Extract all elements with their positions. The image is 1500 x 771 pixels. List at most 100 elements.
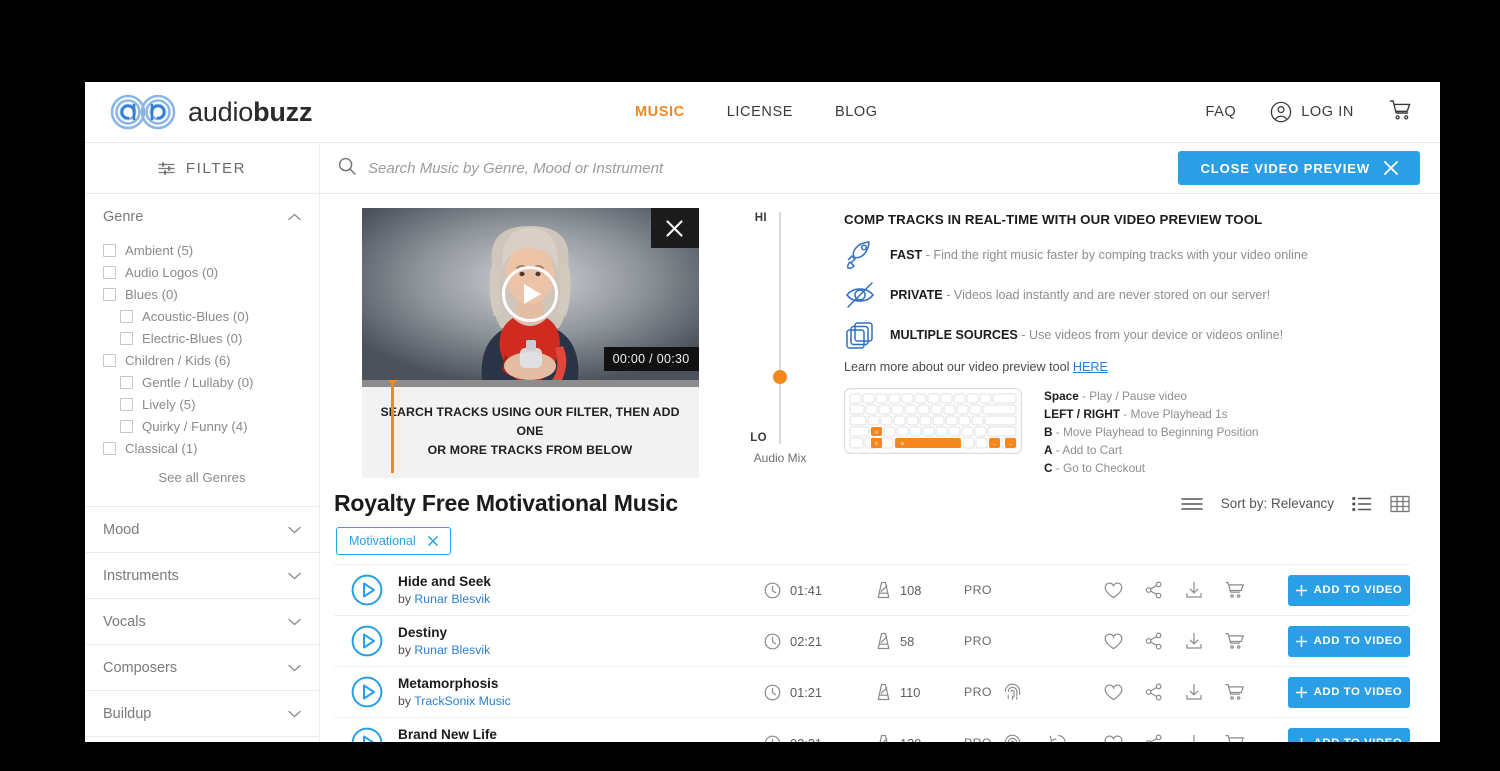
download-icon[interactable] bbox=[1185, 632, 1203, 650]
track-artist-link[interactable]: TrackSonix Music bbox=[414, 694, 511, 708]
search-input[interactable] bbox=[368, 159, 1179, 177]
add-to-video-button[interactable]: ADD TO VIDEO bbox=[1288, 625, 1410, 657]
facet-vocals-header[interactable]: Vocals bbox=[103, 599, 301, 644]
checkbox[interactable] bbox=[103, 441, 116, 455]
download-icon[interactable] bbox=[1185, 683, 1203, 701]
track-bpm-cell: 108 bbox=[876, 581, 964, 599]
checkbox[interactable] bbox=[103, 265, 116, 279]
favorite-icon[interactable] bbox=[1104, 684, 1123, 701]
genre-option[interactable]: Classical (1) bbox=[103, 437, 301, 459]
video-play-button[interactable] bbox=[502, 266, 558, 322]
download-icon[interactable] bbox=[1185, 734, 1203, 742]
close-icon[interactable] bbox=[427, 536, 438, 547]
share-icon[interactable] bbox=[1145, 581, 1163, 599]
filter-sliders-icon bbox=[158, 161, 175, 175]
genre-option[interactable]: Quirky / Funny (4) bbox=[103, 415, 301, 437]
grid-view-icon[interactable] bbox=[1390, 495, 1410, 513]
facet-mood-header[interactable]: Mood bbox=[103, 507, 301, 552]
checkbox[interactable] bbox=[103, 287, 116, 301]
checkbox[interactable] bbox=[120, 331, 133, 345]
track-badges bbox=[1004, 734, 1104, 742]
filter-header[interactable]: FILTER bbox=[85, 143, 319, 194]
video-frame[interactable]: 00:00 / 00:30 bbox=[361, 208, 699, 380]
genre-option[interactable]: Electric-Blues (0) bbox=[103, 327, 301, 349]
facet-composers: Composers bbox=[85, 645, 319, 691]
nav-item-blog[interactable]: BLOG bbox=[835, 104, 878, 120]
video-close-button[interactable] bbox=[650, 208, 699, 248]
feature-fast-bold: FAST bbox=[890, 248, 923, 262]
nav-item-faq[interactable]: FAQ bbox=[1205, 104, 1236, 120]
checkbox[interactable] bbox=[103, 243, 116, 257]
shortcut-desc: - Play / Pause video bbox=[1078, 389, 1187, 403]
track-name-cell: Brand New Life by Runar Blesvik bbox=[398, 726, 764, 742]
close-video-preview-button[interactable]: CLOSE VIDEO PREVIEW bbox=[1178, 151, 1420, 185]
play-button[interactable] bbox=[336, 625, 398, 657]
loop-icon[interactable] bbox=[1049, 734, 1068, 742]
share-icon[interactable] bbox=[1145, 734, 1163, 742]
facet-instruments-header[interactable]: Instruments bbox=[103, 553, 301, 598]
favorite-icon[interactable] bbox=[1104, 582, 1123, 599]
nav-item-music[interactable]: MUSIC bbox=[635, 104, 685, 120]
checkbox[interactable] bbox=[120, 309, 133, 323]
filter-chip-motivational[interactable]: Motivational bbox=[336, 527, 451, 556]
active-filter-chips: Motivational bbox=[334, 517, 1410, 564]
facet-composers-header[interactable]: Composers bbox=[103, 645, 301, 690]
feature-multiple-sources: MULTIPLE SOURCES - Use videos from your … bbox=[844, 320, 1410, 350]
track-title: Destiny bbox=[398, 625, 448, 640]
sort-menu-icon[interactable] bbox=[1180, 497, 1203, 511]
keyboard-shortcuts: A C B ←→ → bbox=[844, 388, 1410, 478]
sort-by-label[interactable]: Sort by: Relevancy bbox=[1221, 496, 1334, 511]
table-row[interactable]: Destiny by Runar Blesvik 02:21 58 PRO AD… bbox=[334, 615, 1410, 666]
add-to-cart-icon[interactable] bbox=[1225, 683, 1245, 701]
checkbox[interactable] bbox=[120, 375, 133, 389]
add-to-video-button[interactable]: ADD TO VIDEO bbox=[1288, 727, 1410, 742]
playhead-marker[interactable] bbox=[391, 383, 394, 473]
genre-option[interactable]: Lively (5) bbox=[103, 393, 301, 415]
add-to-video-button[interactable]: ADD TO VIDEO bbox=[1288, 676, 1410, 708]
audio-mix-track[interactable] bbox=[773, 212, 787, 444]
table-row[interactable]: Metamorphosis by TrackSonix Music 01:21 bbox=[334, 666, 1410, 717]
genre-option[interactable]: Blues (0) bbox=[103, 283, 301, 305]
checkbox[interactable] bbox=[120, 419, 133, 433]
metronome-icon bbox=[877, 684, 890, 701]
logo[interactable]: audiobuzz bbox=[110, 92, 312, 132]
feature-fast: FAST - Find the right music faster by co… bbox=[844, 240, 1410, 270]
cart-button[interactable] bbox=[1388, 98, 1412, 127]
facet-buildup-header[interactable]: Buildup bbox=[103, 691, 301, 736]
genre-option[interactable]: Audio Logos (0) bbox=[103, 261, 301, 283]
download-icon[interactable] bbox=[1185, 581, 1203, 599]
nav-item-license[interactable]: LICENSE bbox=[727, 104, 793, 120]
see-all-genres-link[interactable]: See all Genres bbox=[103, 459, 301, 499]
add-to-video-button[interactable]: ADD TO VIDEO bbox=[1288, 574, 1410, 606]
genre-option[interactable]: Gentle / Lullaby (0) bbox=[103, 371, 301, 393]
table-row[interactable]: Hide and Seek by Runar Blesvik 01:41 108… bbox=[334, 564, 1410, 615]
learn-more-link[interactable]: HERE bbox=[1073, 360, 1108, 374]
favorite-icon[interactable] bbox=[1104, 633, 1123, 650]
play-button[interactable] bbox=[336, 676, 398, 708]
fingerprint-icon[interactable] bbox=[1004, 683, 1021, 701]
play-button[interactable] bbox=[336, 574, 398, 606]
login-button[interactable]: LOG IN bbox=[1270, 101, 1354, 123]
favorite-icon[interactable] bbox=[1104, 735, 1123, 742]
add-to-cart-icon[interactable] bbox=[1225, 581, 1245, 599]
by-prefix: by bbox=[398, 693, 415, 708]
video-scrubber[interactable] bbox=[361, 380, 699, 387]
table-row[interactable]: Brand New Life by Runar Blesvik 03:21 bbox=[334, 717, 1410, 742]
checkbox[interactable] bbox=[120, 397, 133, 411]
share-icon[interactable] bbox=[1145, 632, 1163, 650]
add-to-cart-icon[interactable] bbox=[1225, 632, 1245, 650]
genre-option[interactable]: Ambient (5) bbox=[103, 239, 301, 261]
audio-mix-knob[interactable] bbox=[773, 369, 787, 384]
genre-option[interactable]: Children / Kids (6) bbox=[103, 349, 301, 371]
play-button[interactable] bbox=[336, 727, 398, 742]
track-artist-link[interactable]: Runar Blesvik bbox=[414, 643, 490, 657]
genre-option[interactable]: Acoustic-Blues (0) bbox=[103, 305, 301, 327]
fingerprint-icon[interactable] bbox=[1004, 734, 1021, 742]
share-icon[interactable] bbox=[1145, 683, 1163, 701]
track-artist-link[interactable]: Runar Blesvik bbox=[414, 592, 490, 606]
checkbox[interactable] bbox=[103, 353, 116, 367]
list-view-icon[interactable] bbox=[1352, 496, 1372, 512]
facet-genre-header[interactable]: Genre bbox=[103, 194, 301, 239]
add-to-cart-icon[interactable] bbox=[1225, 734, 1245, 742]
add-to-video-cell: ADD TO VIDEO bbox=[1288, 676, 1410, 708]
